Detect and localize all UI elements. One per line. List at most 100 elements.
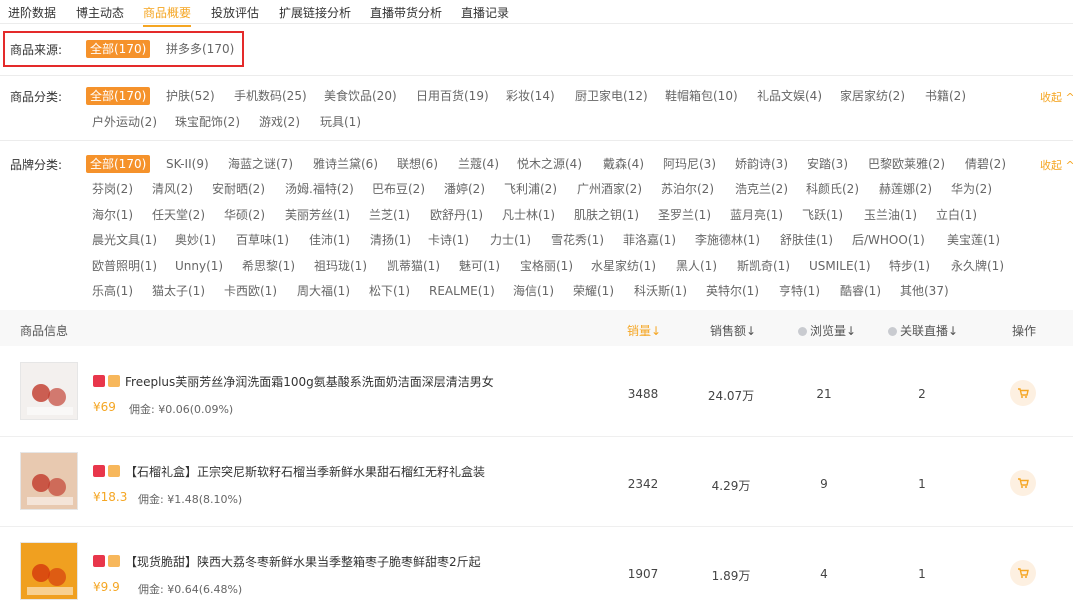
brand-option[interactable]: 清扬(1) <box>370 232 411 248</box>
brand-option[interactable]: 卡西欧(1) <box>224 283 277 299</box>
brand-option[interactable]: 菲洛嘉(1) <box>623 232 676 248</box>
brand-option[interactable]: 飞利浦(2) <box>504 181 557 197</box>
brand-option[interactable]: 芬岗(2) <box>92 181 133 197</box>
brand-option[interactable]: 凡士林(1) <box>502 207 555 223</box>
product-thumbnail[interactable] <box>20 542 78 600</box>
header-views-sort[interactable]: 浏览量↓ <box>798 322 856 339</box>
category-collapse-toggle[interactable]: 收起 ^ <box>1040 89 1073 105</box>
brand-option[interactable]: 汤姆.福特(2) <box>285 181 354 197</box>
add-to-cart-button[interactable] <box>1010 560 1036 586</box>
brand-option[interactable]: 乐高(1) <box>92 283 133 299</box>
brand-option[interactable]: 水星家纺(1) <box>591 258 656 274</box>
brand-option[interactable]: 圣罗兰(1) <box>658 207 711 223</box>
brand-option[interactable]: 娇韵诗(3) <box>735 156 788 172</box>
brand-option[interactable]: 酷睿(1) <box>840 283 881 299</box>
tab-blogger-activity[interactable]: 博主动态 <box>76 4 124 21</box>
brand-collapse-toggle[interactable]: 收起 ^ <box>1040 157 1073 173</box>
brand-option[interactable]: 华为(2) <box>951 181 992 197</box>
brand-option[interactable]: 魅可(1) <box>459 258 500 274</box>
brand-option[interactable]: 百草味(1) <box>236 232 289 248</box>
brand-option[interactable]: 斯凯奇(1) <box>737 258 790 274</box>
brand-option[interactable]: 兰蔻(4) <box>458 156 499 172</box>
brand-option[interactable]: 欧普照明(1) <box>92 258 157 274</box>
category-option[interactable]: 鞋帽箱包(10) <box>665 88 738 104</box>
tab-live-records[interactable]: 直播记录 <box>461 4 509 21</box>
brand-option[interactable]: 力士(1) <box>490 232 531 248</box>
brand-option[interactable]: 特步(1) <box>889 258 930 274</box>
brand-option[interactable]: USMILE(1) <box>809 258 871 274</box>
brand-option[interactable]: 希思黎(1) <box>242 258 295 274</box>
category-option[interactable]: 全部(170) <box>86 87 151 105</box>
brand-option[interactable]: 广州酒家(2) <box>577 181 642 197</box>
brand-option[interactable]: 雪花秀(1) <box>551 232 604 248</box>
brand-option[interactable]: 苏泊尔(2) <box>661 181 714 197</box>
brand-option[interactable]: 安踏(3) <box>807 156 848 172</box>
brand-option[interactable]: 肌肤之钥(1) <box>574 207 639 223</box>
tab-extended-link-analysis[interactable]: 扩展链接分析 <box>279 4 351 21</box>
table-row[interactable]: Freeplus芙丽芳丝净润洗面霜100g氨基酸系洗面奶洁面深层清洁男女 ¥69 佣… <box>0 347 1073 437</box>
brand-option[interactable]: 玉兰油(1) <box>864 207 917 223</box>
brand-option[interactable]: 任天堂(2) <box>152 207 205 223</box>
source-option-all[interactable]: 全部(170) <box>86 40 151 58</box>
brand-option[interactable]: 赫莲娜(2) <box>879 181 932 197</box>
brand-option[interactable]: 凯蒂猫(1) <box>387 258 440 274</box>
brand-option[interactable]: REALME(1) <box>429 283 495 299</box>
tab-live-sales-analysis[interactable]: 直播带货分析 <box>370 4 442 21</box>
brand-option[interactable]: 雅诗兰黛(6) <box>313 156 378 172</box>
brand-option[interactable]: 宝格丽(1) <box>520 258 573 274</box>
brand-option[interactable]: 猫太子(1) <box>152 283 205 299</box>
tab-placement-evaluation[interactable]: 投放评估 <box>211 4 259 21</box>
brand-option[interactable]: 蓝月亮(1) <box>730 207 783 223</box>
brand-option[interactable]: 永久牌(1) <box>951 258 1004 274</box>
brand-option[interactable]: 周大福(1) <box>297 283 350 299</box>
add-to-cart-button[interactable] <box>1010 470 1036 496</box>
brand-option[interactable]: 科颜氏(2) <box>806 181 859 197</box>
category-option[interactable]: 护肤(52) <box>166 88 215 104</box>
category-option[interactable]: 游戏(2) <box>259 114 300 130</box>
tab-advanced-data[interactable]: 进阶数据 <box>8 4 56 21</box>
brand-option[interactable]: 戴森(4) <box>603 156 644 172</box>
brand-option[interactable]: 兰芝(1) <box>369 207 410 223</box>
brand-option[interactable]: 华硕(2) <box>224 207 265 223</box>
brand-option[interactable]: 黑人(1) <box>676 258 717 274</box>
table-row[interactable]: 【石榴礼盒】正宗突尼斯软籽石榴当季新鲜水果甜石榴红无籽礼盒装 ¥18.3 佣金: ¥… <box>0 437 1073 527</box>
brand-option[interactable]: 舒肤佳(1) <box>780 232 833 248</box>
category-option[interactable]: 美食饮品(20) <box>324 88 397 104</box>
category-option[interactable]: 书籍(2) <box>925 88 966 104</box>
brand-option[interactable]: 亨特(1) <box>779 283 820 299</box>
brand-option[interactable]: 全部(170) <box>86 155 151 173</box>
brand-option[interactable]: 佳沛(1) <box>309 232 350 248</box>
source-option-pinduoduo[interactable]: 拼多多(170) <box>166 41 234 57</box>
brand-option[interactable]: 安耐晒(2) <box>212 181 265 197</box>
brand-option[interactable]: Unny(1) <box>175 258 223 274</box>
brand-option[interactable]: 科沃斯(1) <box>634 283 687 299</box>
brand-option[interactable]: 清风(2) <box>152 181 193 197</box>
product-thumbnail[interactable] <box>20 362 78 420</box>
brand-option[interactable]: 巴黎欧莱雅(2) <box>868 156 945 172</box>
category-option[interactable]: 礼品文娱(4) <box>757 88 822 104</box>
product-title[interactable]: Freeplus芙丽芳丝净润洗面霜100g氨基酸系洗面奶洁面深层清洁男女 <box>125 373 494 390</box>
brand-option[interactable]: 卡诗(1) <box>428 232 469 248</box>
brand-option[interactable]: 英特尔(1) <box>706 283 759 299</box>
category-option[interactable]: 厨卫家电(12) <box>575 88 648 104</box>
brand-option[interactable]: 其他(37) <box>900 283 949 299</box>
category-option[interactable]: 彩妆(14) <box>506 88 555 104</box>
category-option[interactable]: 玩具(1) <box>320 114 361 130</box>
brand-option[interactable]: 潘婷(2) <box>444 181 485 197</box>
brand-option[interactable]: 海尔(1) <box>92 207 133 223</box>
brand-option[interactable]: 联想(6) <box>397 156 438 172</box>
brand-option[interactable]: 飞跃(1) <box>802 207 843 223</box>
add-to-cart-button[interactable] <box>1010 380 1036 406</box>
header-amount-sort[interactable]: 销售额↓ <box>710 322 756 339</box>
brand-option[interactable]: 松下(1) <box>369 283 410 299</box>
brand-option[interactable]: 荣耀(1) <box>573 283 614 299</box>
category-option[interactable]: 手机数码(25) <box>234 88 307 104</box>
header-sales-sort[interactable]: 销量↓ <box>627 322 661 339</box>
brand-option[interactable]: 美宝莲(1) <box>947 232 1000 248</box>
brand-option[interactable]: 后/WHOO(1) <box>852 232 925 248</box>
brand-option[interactable]: 奥妙(1) <box>175 232 216 248</box>
category-option[interactable]: 珠宝配饰(2) <box>175 114 240 130</box>
tab-product-overview[interactable]: 商品概要 <box>143 4 192 27</box>
brand-option[interactable]: 倩碧(2) <box>965 156 1006 172</box>
brand-option[interactable]: 阿玛尼(3) <box>663 156 716 172</box>
